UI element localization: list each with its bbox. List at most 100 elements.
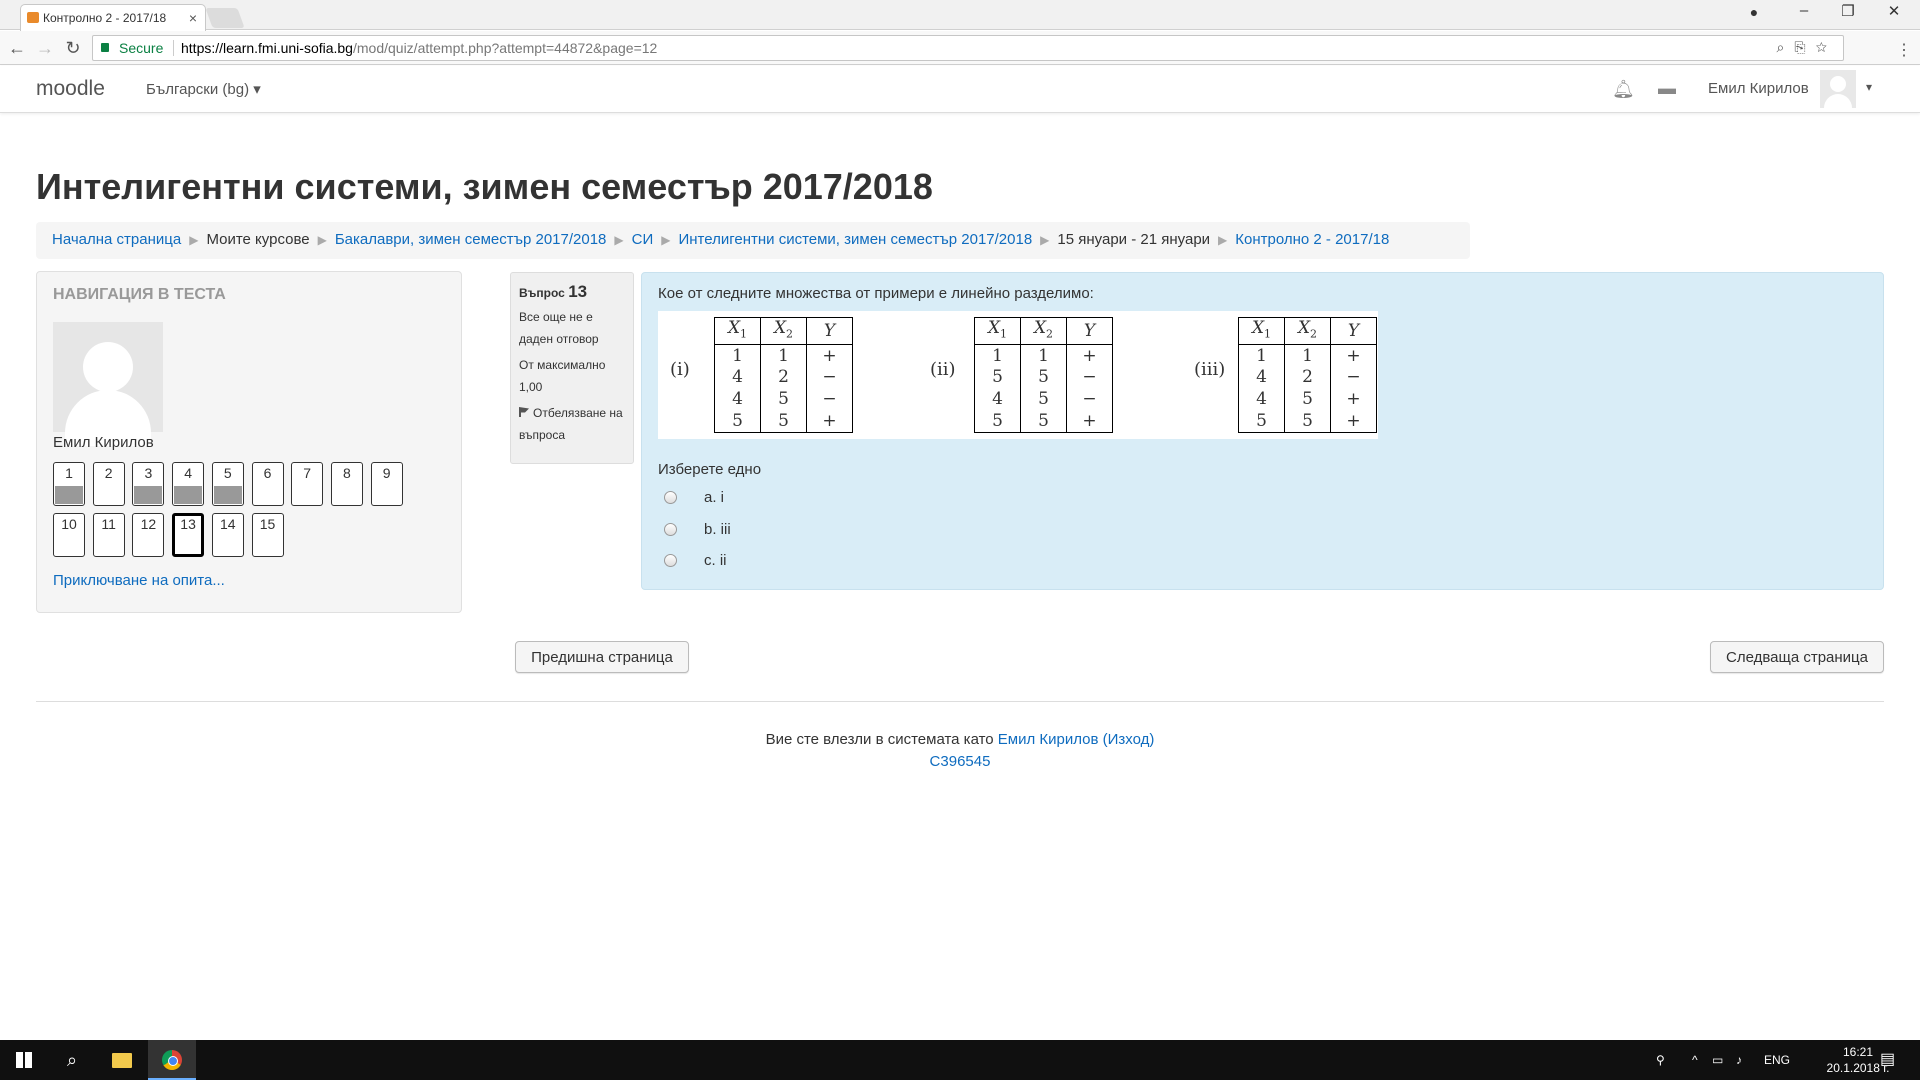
user-avatar[interactable] <box>1820 70 1856 108</box>
question-nav-button[interactable]: 3 <box>132 462 165 506</box>
header-symbol: X <box>773 318 787 338</box>
minimize-button[interactable]: ‒ <box>1784 2 1824 19</box>
moodle-favicon-icon <box>27 12 39 23</box>
question-nav-button[interactable]: 7 <box>291 462 324 506</box>
forward-arrow-icon[interactable]: → <box>34 38 56 59</box>
bookmark-star-icon[interactable]: ☆ <box>1816 39 1837 55</box>
example-set-label: (ii) <box>930 359 956 380</box>
example-table: X1 X2 Y 1 1 +4 2−4 5−5 5 + <box>714 316 853 434</box>
translate-icon[interactable]: ⎘ <box>1794 39 1815 55</box>
breadcrumb-item[interactable]: Бакалаври, зимен семестър 2017/2018 <box>335 231 607 248</box>
tab-close-icon[interactable]: × <box>189 10 197 26</box>
example-table: X1 X2 Y 1 1 +4 2−4 5 +5 5 + <box>1238 316 1377 434</box>
file-explorer-button[interactable] <box>98 1040 146 1080</box>
browser-tab[interactable]: Контролно 2 - 2017/18 × <box>20 4 206 31</box>
quiz-nav-user-name: Емил Кирилов <box>53 434 154 451</box>
input-language[interactable]: ENG <box>1764 1040 1790 1080</box>
table-header: X1 <box>1238 316 1285 346</box>
table-header: X2 <box>760 316 807 346</box>
question-nav-button[interactable]: 11 <box>92 513 125 557</box>
url-path: /mod/quiz/attempt.php?attempt=44872&page… <box>352 40 658 56</box>
radio-button[interactable] <box>664 522 677 536</box>
radio-button[interactable] <box>664 491 677 504</box>
action-center-icon[interactable]: ▤ <box>1880 1040 1895 1080</box>
breadcrumb-item[interactable]: Контролно 2 - 2017/18 <box>1235 231 1389 248</box>
flag-question-label: Отбелязване на въпроса <box>519 406 623 442</box>
close-window-button[interactable]: ✕ <box>1874 2 1914 20</box>
notifications-bell-icon[interactable]: 🔔︎ <box>1612 79 1635 100</box>
question-nav-button[interactable]: 15 <box>251 513 284 557</box>
radio-button[interactable] <box>664 554 677 567</box>
browser-menu-icon[interactable]: ⋮ <box>1896 40 1912 60</box>
breadcrumb-item[interactable]: Интелигентни системи, зимен семестър 201… <box>678 231 1032 248</box>
table-cell: 5 <box>1284 410 1331 434</box>
table-cell: − <box>806 366 853 389</box>
question-nav-button[interactable]: 14 <box>211 513 244 557</box>
user-menu-name[interactable]: Емил Кирилов <box>1708 80 1809 97</box>
new-tab-button[interactable] <box>205 8 245 28</box>
breadcrumb-item: Моите курсове <box>206 231 310 248</box>
header-subscript: 2 <box>786 327 794 341</box>
breadcrumb-separator-icon: ▶ <box>189 233 199 247</box>
question-nav-button[interactable]: 5 <box>211 462 244 506</box>
back-arrow-icon[interactable]: ← <box>6 38 28 59</box>
breadcrumb-separator-icon: ▶ <box>614 233 624 247</box>
table-cell: + <box>806 344 853 367</box>
question-label: Въпрос <box>519 286 565 300</box>
question-nav-button[interactable]: 12 <box>132 513 165 557</box>
next-page-button[interactable]: Следваща страница <box>1710 641 1884 673</box>
footer-id-link[interactable]: C396545 <box>0 753 1920 770</box>
table-cell: 2 <box>760 366 807 389</box>
table-cell: + <box>1330 410 1377 434</box>
table-cell: + <box>1066 410 1113 434</box>
restore-button[interactable]: ❐ <box>1828 2 1868 20</box>
question-nav-button[interactable]: 10 <box>53 513 85 557</box>
url-input[interactable]: Secure https://learn.fmi.uni-sofia.bg/mo… <box>92 35 1844 61</box>
tray-chevron-icon[interactable]: ^ <box>1692 1040 1698 1080</box>
table-cell: 5 <box>974 410 1021 434</box>
table-header: Y <box>1330 316 1377 346</box>
people-icon[interactable]: ⚲ <box>1656 1040 1665 1080</box>
finish-attempt-link[interactable]: Приключване на опита... <box>53 572 225 589</box>
address-bar-row: ← → ↻ Secure https://learn.fmi.uni-sofia… <box>0 31 1920 65</box>
moodle-brand[interactable]: moodle <box>36 77 105 101</box>
question-image: (i) X1 X2 Y 1 1 +4 2−4 5−5 5 + (ii) X1 X2 Y 1 1 +5 5−4 5−5 5… <box>658 311 1378 439</box>
previous-page-button[interactable]: Предишна страница <box>515 641 689 673</box>
start-button[interactable] <box>0 1040 48 1080</box>
header-symbol: X <box>1251 318 1265 338</box>
language-menu[interactable]: Български (bg) ▾ <box>146 80 261 98</box>
logout-link[interactable]: (Изход) <box>1103 731 1155 748</box>
volume-icon[interactable]: ♪ <box>1736 1040 1742 1080</box>
question-nav-button[interactable]: 2 <box>92 462 125 506</box>
header-symbol: X <box>1297 318 1311 338</box>
breadcrumb-item[interactable]: СИ <box>632 231 654 248</box>
user-menu-caret-icon[interactable]: ▾ <box>1866 80 1872 94</box>
header-subscript: 1 <box>1264 327 1272 341</box>
browser-tab-strip: Контролно 2 - 2017/18 × ● ‒ ❐ ✕ <box>0 0 1920 31</box>
question-nav-button[interactable]: 9 <box>370 462 403 506</box>
account-icon[interactable]: ● <box>1734 4 1774 20</box>
table-cell: 1 <box>714 344 761 367</box>
question-nav-button[interactable]: 8 <box>330 462 363 506</box>
folder-icon <box>112 1053 132 1068</box>
footer-user-link[interactable]: Емил Кирилов <box>998 731 1099 748</box>
chrome-taskbar-button[interactable] <box>148 1040 196 1080</box>
question-nav-button[interactable]: 13 <box>172 513 205 557</box>
breadcrumb-item[interactable]: Начална страница <box>52 231 181 248</box>
header-symbol: X <box>1033 318 1047 338</box>
network-icon[interactable]: ▭ <box>1712 1040 1723 1080</box>
question-nav-button[interactable]: 4 <box>172 462 205 506</box>
search-icon[interactable]: ⌕ <box>48 1040 96 1080</box>
question-nav-button[interactable]: 6 <box>251 462 284 506</box>
messages-icon[interactable]: ▬ <box>1658 78 1676 99</box>
question-state: Все още не е даден отговор <box>519 310 599 346</box>
header-subscript: 2 <box>1046 327 1054 341</box>
table-cell: 1 <box>1238 344 1285 367</box>
omnibox-divider <box>173 40 174 56</box>
zoom-icon[interactable]: ⌕ <box>1777 39 1795 55</box>
reload-icon[interactable]: ↻ <box>62 38 84 59</box>
question-nav-button[interactable]: 1 <box>53 462 85 506</box>
page-title: Интелигентни системи, зимен семестър 201… <box>36 166 933 207</box>
table-cell: − <box>1330 366 1377 389</box>
flag-question[interactable]: Отбелязване на въпроса <box>519 402 625 446</box>
